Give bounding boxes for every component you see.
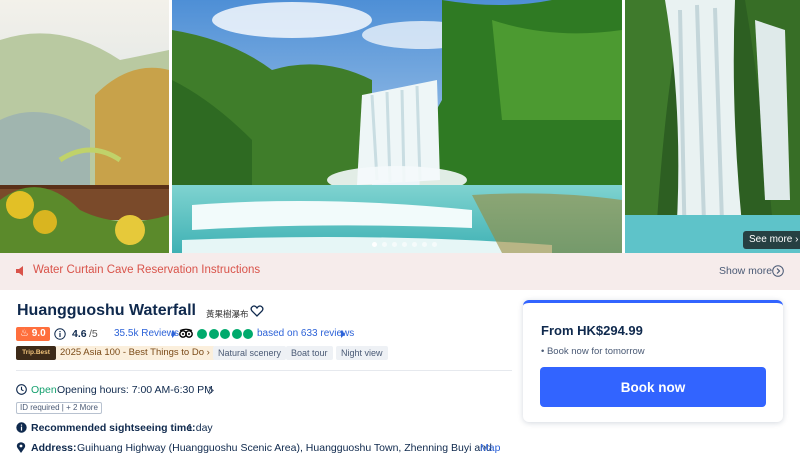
recommended-time-label: Recommended sightseeing time: (31, 422, 196, 434)
price-label: From HK$294.99 (541, 323, 643, 338)
info-filled-icon (16, 422, 27, 433)
reviews-link[interactable]: 35.5k Reviews (114, 328, 179, 339)
pagination-dot[interactable] (432, 242, 437, 247)
score-badge: ♨ 9.0 (16, 327, 50, 341)
chevron-right-icon: › (795, 234, 799, 245)
recommended-time-value: 1 day (187, 422, 213, 434)
booking-note: • Book now for tomorrow (541, 346, 645, 357)
attraction-title: Huangguoshu Waterfall (17, 302, 196, 319)
id-required-tag[interactable]: ID required | + 2 More (16, 402, 102, 414)
see-more-label: See more (749, 234, 793, 245)
opening-hours[interactable]: Opening hours: 7:00 AM-6:30 PM (57, 384, 213, 396)
pagination-dot[interactable] (392, 242, 397, 247)
open-status: Open (31, 384, 57, 396)
rating-value: 4.6 (72, 328, 87, 340)
book-now-button[interactable]: Book now (540, 367, 766, 407)
flame-icon: ♨ (20, 328, 29, 339)
photo-gallery: See more › (0, 0, 800, 253)
chevron-right-icon: › (206, 347, 210, 358)
show-more-link[interactable]: Show more (719, 265, 772, 277)
tag-boat-tour: Boat tour (286, 346, 333, 360)
rating-max: /5 (89, 328, 98, 340)
address-label: Address: (31, 442, 77, 453)
gallery-pagination (372, 242, 437, 247)
chevron-circle-icon[interactable] (772, 265, 784, 277)
booking-note-text: Book now for tomorrow (546, 346, 645, 357)
notice-bar[interactable]: Water Curtain Cave Reservation Instructi… (0, 253, 800, 290)
pagination-dot[interactable] (412, 242, 417, 247)
ratings-row: ♨ 9.0 4.6 /5 35.5k Reviews based on 633 … (16, 327, 516, 341)
trip-best-logo: Trip.Best (16, 346, 56, 360)
pagination-dot[interactable] (422, 242, 427, 247)
pagination-dot[interactable] (402, 242, 407, 247)
see-more-button[interactable]: See more › (743, 231, 800, 249)
info-icon[interactable] (54, 328, 66, 340)
rating-bubble (231, 329, 242, 339)
triangle-right-icon (341, 330, 345, 338)
score-value: 9.0 (31, 328, 46, 339)
location-pin-icon (16, 442, 26, 453)
rating-bubble (208, 329, 219, 339)
pagination-dot[interactable] (382, 242, 387, 247)
trip-best-award[interactable]: 2025 Asia 100 - Best Things to Do › (56, 346, 214, 360)
pagination-dot[interactable] (372, 242, 377, 247)
address-value: Guihuang Highway (Huangguoshu Scenic Are… (77, 442, 492, 453)
rating-bubble (220, 329, 230, 339)
rating-bubble (243, 329, 253, 339)
tag-natural-scenery: Natural scenery (213, 346, 287, 360)
clock-icon (16, 384, 27, 395)
tags-row: Trip.Best 2025 Asia 100 - Best Things to… (16, 346, 516, 360)
divider (16, 370, 512, 371)
notice-text: Water Curtain Cave Reservation Instructi… (33, 264, 261, 276)
tripadvisor-bubbles (197, 329, 253, 339)
chevron-right-icon[interactable] (208, 386, 214, 395)
gallery-photo-right[interactable] (625, 0, 800, 253)
tag-night-view: Night view (336, 346, 388, 360)
heart-icon[interactable] (250, 304, 264, 318)
gallery-photo-main[interactable] (172, 0, 622, 253)
speaker-icon (16, 266, 23, 276)
map-link[interactable]: Map (480, 442, 500, 453)
gallery-photo-left[interactable] (0, 0, 169, 253)
triangle-right-icon (172, 330, 176, 338)
rating-bubble (197, 329, 207, 339)
trip-best-award-text: 2025 Asia 100 - Best Things to Do (60, 347, 204, 358)
tripadvisor-owl-icon (179, 328, 193, 338)
booking-card: From HK$294.99 • Book now for tomorrow B… (523, 300, 783, 422)
attraction-local-name: 黃果樹瀑布 (206, 309, 249, 319)
